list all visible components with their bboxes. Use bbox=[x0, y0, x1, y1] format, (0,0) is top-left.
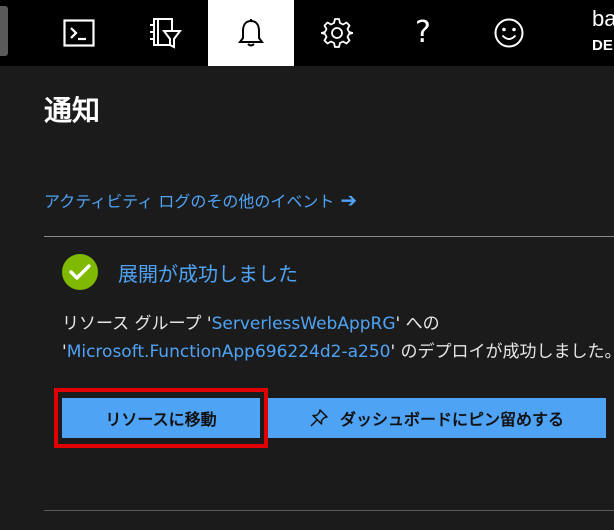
account-menu[interactable]: ba DE bbox=[592, 6, 614, 54]
notifications-button[interactable] bbox=[208, 0, 294, 66]
notification-message-line-2: 'Microsoft.FunctionApp696224d2-a250' のデプ… bbox=[62, 338, 614, 366]
divider bbox=[44, 510, 614, 511]
arrow-right-icon: ➔ bbox=[340, 188, 358, 212]
bell-icon bbox=[238, 19, 264, 47]
go-to-resource-label: リソースに移動 bbox=[105, 410, 217, 429]
settings-button[interactable] bbox=[294, 0, 380, 66]
pin-icon bbox=[310, 409, 328, 427]
top-nav-bar: ? ba DE bbox=[0, 0, 614, 66]
message-text: ' のデプロイが成功しました。 bbox=[390, 342, 614, 362]
pin-to-dashboard-button[interactable]: ダッシュボードにピン留めする bbox=[268, 398, 606, 438]
account-directory: DE bbox=[592, 37, 613, 54]
gear-icon bbox=[321, 18, 353, 48]
notification-message: リソース グループ 'ServerlessWebAppRG' への 'Micro… bbox=[62, 310, 614, 366]
left-scroll-handle[interactable] bbox=[0, 6, 8, 56]
help-icon: ? bbox=[415, 15, 431, 50]
success-check-icon bbox=[62, 254, 98, 290]
account-name: ba bbox=[592, 6, 614, 31]
message-text: ' への bbox=[395, 314, 440, 334]
panel-title: 通知 bbox=[44, 94, 101, 127]
feedback-button[interactable] bbox=[466, 0, 552, 66]
directory-filter-icon bbox=[150, 18, 182, 49]
go-to-resource-button[interactable]: リソースに移動 bbox=[62, 398, 260, 438]
help-button[interactable]: ? bbox=[380, 0, 466, 66]
notifications-page: ? ba DE 通知 アクティビティ ログのその他のイベント ➔ 展開が成功しま… bbox=[0, 0, 614, 530]
notification-title[interactable]: 展開が成功しました bbox=[118, 258, 298, 287]
smiley-feedback-icon bbox=[494, 18, 524, 48]
message-text: リソース グループ ' bbox=[62, 314, 212, 334]
pin-to-dashboard-label: ダッシュボードにピン留めする bbox=[339, 410, 564, 429]
cloud-shell-icon bbox=[63, 19, 95, 47]
activity-log-link[interactable]: アクティビティ ログのその他のイベント ➔ bbox=[44, 188, 357, 212]
resource-group-link[interactable]: ServerlessWebAppRG bbox=[212, 314, 396, 334]
deployment-link[interactable]: Microsoft.FunctionApp696224d2-a250 bbox=[67, 342, 391, 362]
divider bbox=[44, 236, 614, 237]
cloud-shell-button[interactable] bbox=[36, 0, 122, 66]
notification-header: 展開が成功しました bbox=[62, 254, 298, 290]
activity-log-link-label: アクティビティ ログのその他のイベント bbox=[44, 192, 335, 211]
directory-filter-button[interactable] bbox=[122, 0, 208, 66]
notification-message-line-1: リソース グループ 'ServerlessWebAppRG' への bbox=[62, 310, 614, 338]
